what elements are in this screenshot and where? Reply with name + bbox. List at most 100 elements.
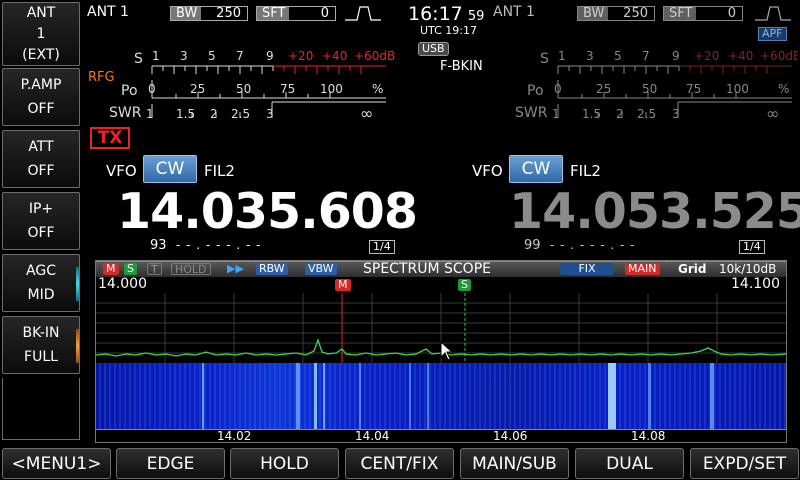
main-meter-s-label: S [134,51,143,67]
sub-s-tick-1: 1 [558,49,566,63]
hold-button[interactable]: HOLD [230,448,339,479]
main-mode-button[interactable]: CW [143,155,197,183]
scope-tag-t: T [147,263,162,276]
main-s-over-20: +20 [288,49,313,63]
main-s-tick-3: 3 [180,49,188,63]
main-sft-box[interactable]: SFT 0 [256,6,336,21]
sub-po-tick-pct: % [778,82,789,96]
scope-axis [96,429,786,443]
sub-s-tick-3: 3 [586,49,594,63]
scope-axis-tick-4: 14.08 [631,429,666,443]
sub-swr-tick-inf: ∞ [766,104,779,123]
agc-key[interactable]: AGC MID [2,254,80,312]
sub-po-tick-100: 100 [726,82,749,96]
main-swr-tick-2-5: 2.5 [231,107,250,121]
expd-set-button[interactable]: EXPD/SET [690,448,799,479]
edge-button[interactable]: EDGE [116,448,225,479]
sub-sft-box[interactable]: SFT 0 [663,6,743,21]
clock: 16:17 59 [408,3,484,25]
sub-s-tick-9: 9 [672,49,680,63]
clock-seconds: 59 [467,9,485,24]
scope-fix: FIX [560,263,614,275]
scope-tag-m: M [103,263,119,275]
waterfall-signal-10 [710,363,714,429]
main-po-tick-25: 25 [190,82,205,96]
main-po-tick-pct: % [372,82,383,96]
att-key[interactable]: ATT OFF [2,130,80,188]
scope-marker-m: M [335,279,351,291]
main-sub-dashes: - - . - - - . - - [176,238,262,252]
ipplus-key-label: IP+ [28,201,54,217]
agc-key-label: AGC [26,263,56,279]
main-po-tick-0: 0 [148,82,156,96]
main-frequency[interactable]: 14.035.608 [117,183,418,240]
waterfall-signal-8 [608,363,616,429]
att-key-value: OFF [27,163,55,179]
preamp-key[interactable]: P.AMP OFF [2,68,80,126]
main-meter-po-label: Po [121,83,138,99]
sub-sub-dashes: - - . - - - . - - [550,238,636,252]
scope-axis-tick-3: 14.06 [493,429,528,443]
waterfall-signal-6 [409,363,411,429]
scope-span-label: 10k/10dB [719,262,777,276]
sub-s-over-60: +60dB [760,49,798,63]
sub-s-over-20: +20 [694,49,719,63]
waterfall[interactable] [96,363,786,429]
main-meter-swr-label: SWR [109,105,142,121]
dual-button[interactable]: DUAL [575,448,684,479]
agc-key-value: MID [27,287,55,303]
waterfall-signal-5 [359,363,361,429]
cent-fix-button[interactable]: CENT/FIX [345,448,454,479]
main-ant-label: ANT 1 [87,4,129,20]
sub-bw-box[interactable]: BW 250 [577,6,655,21]
clock-time: 16:17 [408,3,463,25]
sub-meter: S 1 3 5 7 9 +20 +40 +60dB Po 0 25 50 75 … [515,49,798,123]
main-po-tick-100: 100 [320,82,343,96]
waterfall-signal-7 [427,363,429,429]
bkin-indicator-bar [76,329,79,363]
main-po-tick-50: 50 [236,82,251,96]
main-s-tick-5: 5 [208,49,216,63]
sub-frequency[interactable]: 14.053.525 [509,183,800,240]
main-sub-button[interactable]: MAIN/SUB [460,448,569,479]
sub-sft-value: 0 [696,7,742,20]
main-s-tick-9: 9 [266,49,274,63]
scope-marker-s: S [458,279,471,291]
ant-key-line1: ANT [26,5,56,21]
sub-sft-label: SFT [664,7,697,20]
sub-po-tick-25: 25 [596,82,611,96]
main-swr-tick-1: 1 [146,107,154,121]
waterfall-signal-9 [648,363,651,429]
main-swr-tick-1-5: 1.5 [176,107,195,121]
main-filter-shape-icon [345,6,381,21]
waterfall-signal-4 [323,363,325,429]
ipplus-key[interactable]: IP+ OFF [2,192,80,250]
utc-time: UTC 19:17 [420,24,478,37]
main-bw-box[interactable]: BW 250 [170,6,248,21]
sub-po-tick-0: 0 [554,82,562,96]
waterfall-signal-1 [202,363,204,429]
main-meter: S 1 3 5 7 9 +20 +40 +60dB RFG Po 0 25 50… [88,49,395,123]
sub-ant-label: ANT 1 [493,4,535,20]
scope-rbw: RBW [256,263,288,275]
ant-key[interactable]: ANT 1 (EXT) [2,2,80,66]
main-swr-tick-2: 2 [210,107,218,121]
bkin-key-value: FULL [24,349,58,365]
scope-vbw: VBW [305,263,337,275]
main-s-over-40: +40 [322,49,347,63]
waterfall-signal-3 [314,363,317,429]
main-filter-label: FIL2 [204,162,235,180]
main-sub-num: 93 [150,238,167,253]
bkin-key-label: BK-IN [22,325,60,341]
sub-mode-button[interactable]: CW [509,155,563,183]
sub-swr-tick-2-5: 2.5 [637,107,656,121]
main-swr-tick-3: 3 [266,107,274,121]
sub-meter-s-label: S [540,51,549,67]
scope-axis-tick-2: 14.04 [355,429,390,443]
menu1-button[interactable]: <MENU1> [2,448,111,479]
ant-key-line2: 1 [36,26,46,42]
agc-indicator-bar [76,267,79,301]
main-sft-value: 0 [289,7,335,20]
bkin-key[interactable]: BK-IN FULL [2,316,80,374]
sub-meter-po-label: Po [527,83,544,99]
